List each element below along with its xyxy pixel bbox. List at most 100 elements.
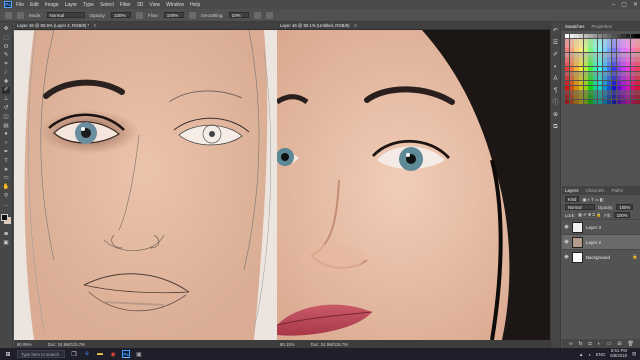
color-swatch[interactable]	[611, 52, 617, 58]
color-swatch[interactable]	[611, 99, 617, 104]
color-swatch[interactable]	[602, 52, 607, 58]
color-swatch[interactable]	[593, 62, 598, 67]
windows-start-icon[interactable]: ⊞	[4, 350, 12, 358]
new-layer-icon[interactable]: ⊞	[617, 341, 621, 347]
more-tools-icon[interactable]: …	[2, 202, 10, 208]
smoothing-field[interactable]: 10%	[228, 12, 249, 18]
color-swatch[interactable]	[602, 94, 607, 100]
menu-layer[interactable]: Layer	[65, 2, 78, 8]
color-swatch[interactable]	[574, 57, 579, 62]
color-swatch[interactable]	[621, 99, 626, 104]
taskbar-search-box[interactable]: Type here to search	[17, 350, 65, 358]
gradient-tool-icon[interactable]: ▤	[2, 123, 10, 129]
menu-3d[interactable]: 3D	[137, 2, 143, 8]
color-swatch[interactable]	[597, 99, 603, 104]
color-swatch[interactable]	[611, 48, 617, 53]
color-swatch[interactable]	[579, 62, 584, 67]
color-swatch[interactable]	[597, 38, 603, 43]
chrome-icon[interactable]: ◉	[109, 350, 117, 358]
visibility-eye-icon[interactable]: ◉	[564, 254, 569, 260]
zoom-level[interactable]: 80.15%	[280, 342, 295, 347]
pressure-size-icon[interactable]	[265, 11, 273, 19]
color-swatch[interactable]	[621, 62, 626, 67]
color-swatch[interactable]	[602, 71, 607, 76]
color-swatch[interactable]	[597, 57, 603, 62]
color-swatch[interactable]	[569, 57, 574, 62]
color-swatch[interactable]	[602, 48, 607, 53]
color-swatch[interactable]	[583, 48, 589, 53]
close-tab-icon[interactable]: ✕	[354, 23, 358, 29]
color-swatch[interactable]	[593, 85, 598, 90]
color-swatch[interactable]	[593, 76, 598, 81]
menu-view[interactable]: View	[149, 2, 160, 8]
color-swatch[interactable]	[597, 94, 603, 100]
color-swatch[interactable]	[583, 43, 589, 48]
volume-icon[interactable]: ◖	[588, 352, 591, 357]
color-swatch[interactable]	[616, 38, 621, 43]
document-tab[interactable]: Layer 46 @ 80.9% (Layer 2, RGB/8) * ✕	[14, 22, 277, 30]
color-swatch[interactable]	[588, 66, 593, 72]
color-swatch[interactable]	[630, 94, 635, 100]
color-swatch[interactable]	[597, 80, 603, 86]
color-swatch[interactable]	[602, 90, 607, 95]
color-swatch[interactable]	[630, 34, 635, 39]
color-swatch[interactable]	[583, 62, 589, 67]
color-swatch[interactable]	[583, 52, 589, 58]
color-swatch[interactable]	[616, 94, 621, 100]
quick-select-tool-icon[interactable]: ✎	[2, 52, 10, 58]
menu-image[interactable]: Image	[45, 2, 59, 8]
color-swatch[interactable]	[583, 66, 589, 72]
color-swatch[interactable]	[630, 38, 635, 43]
app-icon[interactable]: ▣	[135, 350, 143, 358]
close-icon[interactable]: ✕	[633, 1, 638, 8]
menu-edit[interactable]: Edit	[30, 2, 39, 8]
flow-field[interactable]: 100%	[163, 12, 184, 18]
blend-mode-select[interactable]: Normal	[565, 204, 595, 210]
color-swatch[interactable]	[602, 43, 607, 48]
menu-type[interactable]: Type	[83, 2, 94, 8]
info-icon[interactable]: ⓘ	[552, 100, 558, 107]
color-swatch[interactable]	[588, 85, 593, 90]
character-icon[interactable]: A	[553, 76, 557, 83]
color-swatch[interactable]	[621, 43, 626, 48]
color-swatch[interactable]	[597, 76, 603, 81]
color-swatch[interactable]	[625, 76, 631, 81]
minimize-icon[interactable]: –	[612, 2, 615, 8]
color-swatch[interactable]	[574, 80, 579, 86]
libraries-icon[interactable]: ⧉	[553, 124, 557, 131]
adjustments-icon[interactable]: ◐	[554, 64, 558, 71]
color-swatch[interactable]	[630, 80, 635, 86]
menu-window[interactable]: Window	[166, 2, 184, 8]
color-swatch[interactable]	[588, 71, 593, 76]
paragraph-icon[interactable]: ¶	[554, 88, 557, 95]
color-swatch[interactable]	[588, 90, 593, 95]
close-tab-icon[interactable]: ✕	[93, 23, 97, 29]
color-swatch[interactable]	[616, 71, 621, 76]
color-chips[interactable]	[1, 214, 11, 225]
color-swatch[interactable]	[583, 71, 589, 76]
color-swatch[interactable]	[607, 80, 612, 86]
color-swatch[interactable]	[630, 85, 635, 90]
color-swatch[interactable]	[569, 48, 574, 53]
clone-stamp-tool-icon[interactable]: ⊥	[2, 96, 10, 102]
color-swatch[interactable]	[621, 80, 626, 86]
color-swatch[interactable]	[616, 48, 621, 53]
color-swatch[interactable]	[593, 90, 598, 95]
color-swatch[interactable]	[593, 43, 598, 48]
color-swatch[interactable]	[593, 71, 598, 76]
color-swatch[interactable]	[593, 57, 598, 62]
dodge-tool-icon[interactable]: ○	[2, 140, 10, 146]
color-swatch[interactable]	[635, 94, 640, 100]
zoom-tool-icon[interactable]: ⚲	[2, 193, 10, 199]
color-swatch[interactable]	[597, 52, 603, 58]
color-swatch[interactable]	[588, 34, 593, 39]
color-swatch[interactable]	[583, 85, 589, 90]
brush-preset-icon[interactable]	[17, 11, 24, 19]
color-swatch[interactable]	[579, 94, 584, 100]
layer-opacity-field[interactable]: 100%	[616, 204, 634, 210]
color-swatch[interactable]	[597, 62, 603, 67]
color-swatch[interactable]	[579, 85, 584, 90]
color-swatch[interactable]	[574, 99, 579, 104]
color-swatch[interactable]	[635, 43, 640, 48]
color-swatch[interactable]	[635, 38, 640, 43]
